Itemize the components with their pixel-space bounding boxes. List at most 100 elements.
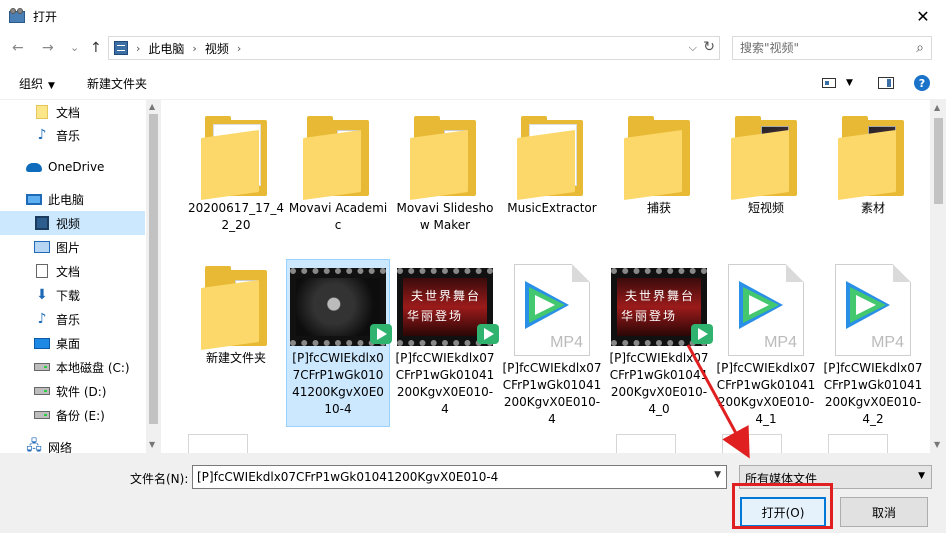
sidebar-item-pictures[interactable]: 图片 xyxy=(0,235,145,259)
scrollbar-thumb[interactable] xyxy=(149,114,158,424)
file-item[interactable]: 素材 xyxy=(821,116,925,217)
breadcrumb-separator-icon[interactable]: › xyxy=(237,42,241,55)
caret-down-icon[interactable]: ▼ xyxy=(846,78,853,88)
desktop-icon xyxy=(34,336,50,350)
folder-icon xyxy=(201,116,271,201)
file-item[interactable]: 夫世界舞台 华丽登场 [P]fcCWIEkdlx07CFrP1wGk010412… xyxy=(607,260,713,418)
file-item[interactable]: Movavi Academic xyxy=(286,116,390,234)
file-item[interactable]: 20200617_17_42_20 xyxy=(184,116,288,234)
file-item[interactable]: 短视频 xyxy=(714,116,818,217)
refresh-icon[interactable]: ↻ xyxy=(703,39,715,55)
folder-icon xyxy=(34,105,50,119)
file-item-selected[interactable]: [P]fcCWIEkdlx07CFrP1wGk01041200KgvX0E010… xyxy=(286,259,392,427)
back-arrow-icon[interactable]: ← xyxy=(12,40,24,56)
folder-icon xyxy=(838,116,908,201)
search-icon[interactable]: ⌕ xyxy=(916,40,924,56)
command-bar: 组织 ▼ 新建文件夹 ▼ ? xyxy=(0,66,946,100)
file-item[interactable]: Movavi Slideshow Maker xyxy=(393,116,497,234)
file-item[interactable]: MP4 [P]fcCWIEkdlx07CFrP1wGk01041200KgvX0… xyxy=(714,264,818,428)
title-bar: 打开 ✕ xyxy=(0,0,946,32)
search-box[interactable]: ⌕ xyxy=(732,36,932,60)
address-bar[interactable]: › 此电脑 › 视频 › ⌵ ↻ xyxy=(108,36,720,60)
forward-arrow-icon[interactable]: → xyxy=(42,40,54,56)
organize-menu[interactable]: 组织 ▼ xyxy=(19,75,55,92)
scrollbar-thumb[interactable] xyxy=(934,118,943,204)
recent-locations-icon[interactable]: ⌄ xyxy=(70,40,79,56)
video-thumbnail: 夫世界舞台 华丽登场 xyxy=(397,268,499,346)
computer-icon xyxy=(26,192,42,206)
drive-icon xyxy=(34,408,50,422)
play-icon xyxy=(370,324,392,344)
cancel-button[interactable]: 取消 xyxy=(840,497,928,527)
annotation-highlight-box xyxy=(732,483,833,529)
file-item-partial[interactable] xyxy=(828,434,888,453)
preview-pane-icon[interactable] xyxy=(878,77,894,89)
mp4-file-icon: MP4 xyxy=(728,264,804,356)
scroll-down-icon[interactable]: ▼ xyxy=(149,440,155,449)
help-icon[interactable]: ? xyxy=(914,75,930,91)
video-icon xyxy=(34,216,50,230)
video-thumbnail: 夫世界舞台 华丽登场 xyxy=(611,268,713,346)
scroll-up-icon[interactable]: ▲ xyxy=(934,103,940,112)
sidebar-item-desktop[interactable]: 桌面 xyxy=(0,331,145,355)
sidebar-item-drive-d[interactable]: 软件 (D:) xyxy=(0,379,145,403)
chevron-down-icon[interactable]: ⌵ xyxy=(689,41,697,55)
sidebar-item-drive-c[interactable]: 本地磁盘 (C:) xyxy=(0,355,145,379)
sidebar-item-documents-quick[interactable]: 文档 xyxy=(0,100,145,124)
folder-icon xyxy=(624,116,694,201)
caret-down-icon: ▼ xyxy=(48,81,55,91)
mp4-file-icon: MP4 xyxy=(514,264,590,356)
scroll-down-icon[interactable]: ▼ xyxy=(934,440,940,449)
sidebar-item-music[interactable]: ♪ 音乐 xyxy=(0,307,145,331)
close-button[interactable]: ✕ xyxy=(900,0,946,32)
filename-input[interactable] xyxy=(193,466,703,488)
organize-label: 组织 xyxy=(19,77,44,91)
file-item-partial[interactable] xyxy=(188,434,248,453)
scroll-up-icon[interactable]: ▲ xyxy=(149,102,155,111)
sidebar-scrollbar[interactable]: ▲ ▼ xyxy=(146,100,161,453)
filename-combobox[interactable]: ▼ xyxy=(192,465,727,489)
file-item[interactable]: MusicExtractor xyxy=(500,116,604,217)
film-projector-icon xyxy=(9,8,25,23)
document-icon xyxy=(34,264,50,278)
sidebar-item-music-quick[interactable]: ♪ 音乐 xyxy=(0,123,145,147)
download-icon: ⬇ xyxy=(36,287,48,303)
sidebar-item-this-pc[interactable]: 此电脑 xyxy=(0,187,145,211)
file-item[interactable]: MP4 [P]fcCWIEkdlx07CFrP1wGk01041200KgvX0… xyxy=(821,264,925,428)
cloud-icon xyxy=(26,160,42,174)
up-arrow-icon[interactable]: ↑ xyxy=(90,40,102,56)
view-mode-icon[interactable] xyxy=(822,78,836,88)
file-list: 20200617_17_42_20 Movavi Academic Movavi… xyxy=(166,100,930,453)
folder-icon xyxy=(303,116,373,201)
network-icon: 🖧 xyxy=(26,438,42,454)
picture-icon xyxy=(34,240,50,254)
search-input[interactable] xyxy=(740,41,900,55)
breadcrumb-separator-icon: › xyxy=(136,41,141,55)
window-title: 打开 xyxy=(33,9,58,24)
video-thumbnail xyxy=(290,268,392,346)
sidebar-item-documents[interactable]: 文档 xyxy=(0,259,145,283)
sidebar-item-onedrive[interactable]: OneDrive xyxy=(0,155,145,179)
breadcrumb-this-pc[interactable]: 此电脑 xyxy=(148,40,184,57)
file-item[interactable]: 夫世界舞台 华丽登场 [P]fcCWIEkdlx07CFrP1wGk010412… xyxy=(393,260,499,418)
new-folder-button[interactable]: 新建文件夹 xyxy=(87,75,147,92)
drive-icon xyxy=(34,384,50,398)
music-note-icon: ♪ xyxy=(37,311,47,327)
file-item-partial[interactable] xyxy=(616,434,676,453)
sidebar-item-drive-e[interactable]: 备份 (E:) xyxy=(0,403,145,427)
chevron-down-icon[interactable]: ▼ xyxy=(714,470,721,480)
folder-icon xyxy=(201,266,271,351)
chevron-down-icon: ▼ xyxy=(918,471,925,481)
drive-icon xyxy=(34,360,50,374)
file-item-partial[interactable] xyxy=(722,434,782,453)
folder-icon xyxy=(517,116,587,201)
sidebar-item-videos[interactable]: 视频 xyxy=(0,211,145,235)
file-item[interactable]: 捕获 xyxy=(607,116,711,217)
file-item[interactable]: 新建文件夹 xyxy=(184,266,288,367)
folder-icon xyxy=(410,116,480,201)
sidebar-item-downloads[interactable]: ⬇ 下载 xyxy=(0,283,145,307)
music-note-icon: ♪ xyxy=(37,127,47,143)
breadcrumb-videos[interactable]: 视频 xyxy=(205,40,229,57)
file-list-scrollbar[interactable]: ▲ ▼ xyxy=(930,100,946,453)
file-item[interactable]: MP4 [P]fcCWIEkdlx07CFrP1wGk01041200KgvX0… xyxy=(500,264,604,428)
